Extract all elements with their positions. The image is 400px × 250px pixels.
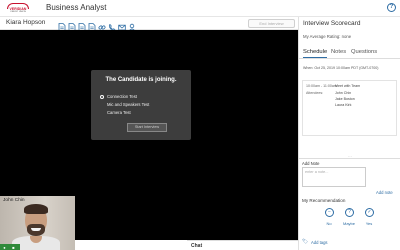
interview-when: When: Oct 25, 2019 10:00am PDT (GMT-0700… — [303, 66, 379, 70]
link-icon[interactable] — [98, 19, 106, 30]
attendee: John Chin — [335, 91, 352, 95]
application-document-icon[interactable] — [68, 19, 76, 32]
question-icon: ? — [345, 208, 354, 217]
resume-document-icon[interactable] — [58, 19, 66, 32]
attendee: Jake Boston — [335, 97, 355, 101]
meeting-details: 10:00am - 11:00am Meet with Team Attende… — [302, 80, 397, 136]
average-rating: My Average Rating: none — [303, 34, 352, 39]
media-controls: ● ■ — [0, 244, 20, 250]
self-video-view: John Chin — [0, 196, 75, 250]
tab-questions[interactable]: Questions — [351, 49, 377, 57]
recommend-yes-label: Yes — [365, 221, 373, 226]
recommend-no-option[interactable]: − No — [319, 208, 339, 226]
chat-label: Chat — [191, 242, 203, 249]
note-input[interactable] — [302, 167, 366, 187]
meeting-title: Meet with Team — [335, 84, 361, 88]
video-person-hair — [24, 204, 48, 214]
dialog-title: The Candidate is joining. — [105, 77, 177, 83]
cover-letter-document-icon[interactable] — [78, 19, 86, 32]
test-label: Connection Test — [107, 94, 137, 99]
email-icon[interactable] — [118, 19, 126, 31]
recommend-no-label: No — [326, 221, 332, 226]
phone-icon[interactable] — [108, 19, 116, 32]
recommend-maybe-label: Maybe — [342, 221, 355, 226]
self-view-name: John Chin — [3, 198, 25, 203]
attendee: Laura Kirk — [335, 103, 352, 107]
job-title: Business Analyst — [46, 3, 107, 12]
recommend-yes-option[interactable]: ✓ Yes — [359, 208, 379, 226]
tab-notes[interactable]: Notes — [331, 49, 346, 57]
scorecard-tabs: Schedule Notes Questions — [299, 47, 400, 59]
company-logo: VERIDIAN CREDIT UNION — [4, 3, 32, 14]
no-icon: − — [325, 208, 334, 217]
user-icon[interactable] — [128, 19, 136, 32]
test-label: Camera Test — [107, 110, 131, 115]
candidate-joining-dialog: The Candidate is joining. Connection Tes… — [91, 70, 191, 140]
add-note-label: Add Note — [302, 161, 320, 166]
attachment-document-icon[interactable] — [88, 19, 96, 32]
attendees-label: Attendees: — [306, 91, 324, 95]
meeting-time: 10:00am - 11:00am — [306, 84, 337, 88]
video-person-smile — [31, 228, 41, 231]
logo-subtext: CREDIT UNION — [10, 10, 26, 13]
candidate-name: Kiara Hopson — [6, 19, 46, 26]
candidate-toolbar: Kiara Hopson End Interview — [0, 17, 298, 32]
check-icon: ✓ — [365, 208, 374, 217]
mic-icon[interactable]: ● — [2, 245, 7, 250]
help-icon[interactable]: ? — [387, 3, 396, 12]
chat-bar[interactable]: Chat — [187, 240, 298, 250]
panel-divider — [299, 158, 400, 159]
add-tags-label: Add tags — [311, 240, 328, 245]
test-label: Mic and Speakers Test — [107, 102, 150, 107]
end-interview-button[interactable]: End Interview — [248, 19, 295, 28]
scorecard-panel: Interview Scorecard My Average Rating: n… — [298, 17, 400, 250]
start-interview-button[interactable]: Start Interview — [127, 123, 167, 132]
recommend-maybe-option[interactable]: ? Maybe — [339, 208, 359, 226]
top-header: VERIDIAN CREDIT UNION Business Analyst ? — [0, 0, 400, 17]
recommendation-label: My Recommendation — [302, 198, 346, 203]
tag-icon: 🏷 — [302, 239, 309, 245]
camera-icon[interactable]: ■ — [11, 245, 16, 250]
tab-schedule[interactable]: Schedule — [303, 49, 328, 58]
loading-spinner-icon — [100, 94, 104, 99]
add-note-link[interactable]: Add note — [376, 190, 393, 195]
scorecard-title: Interview Scorecard — [303, 20, 361, 27]
